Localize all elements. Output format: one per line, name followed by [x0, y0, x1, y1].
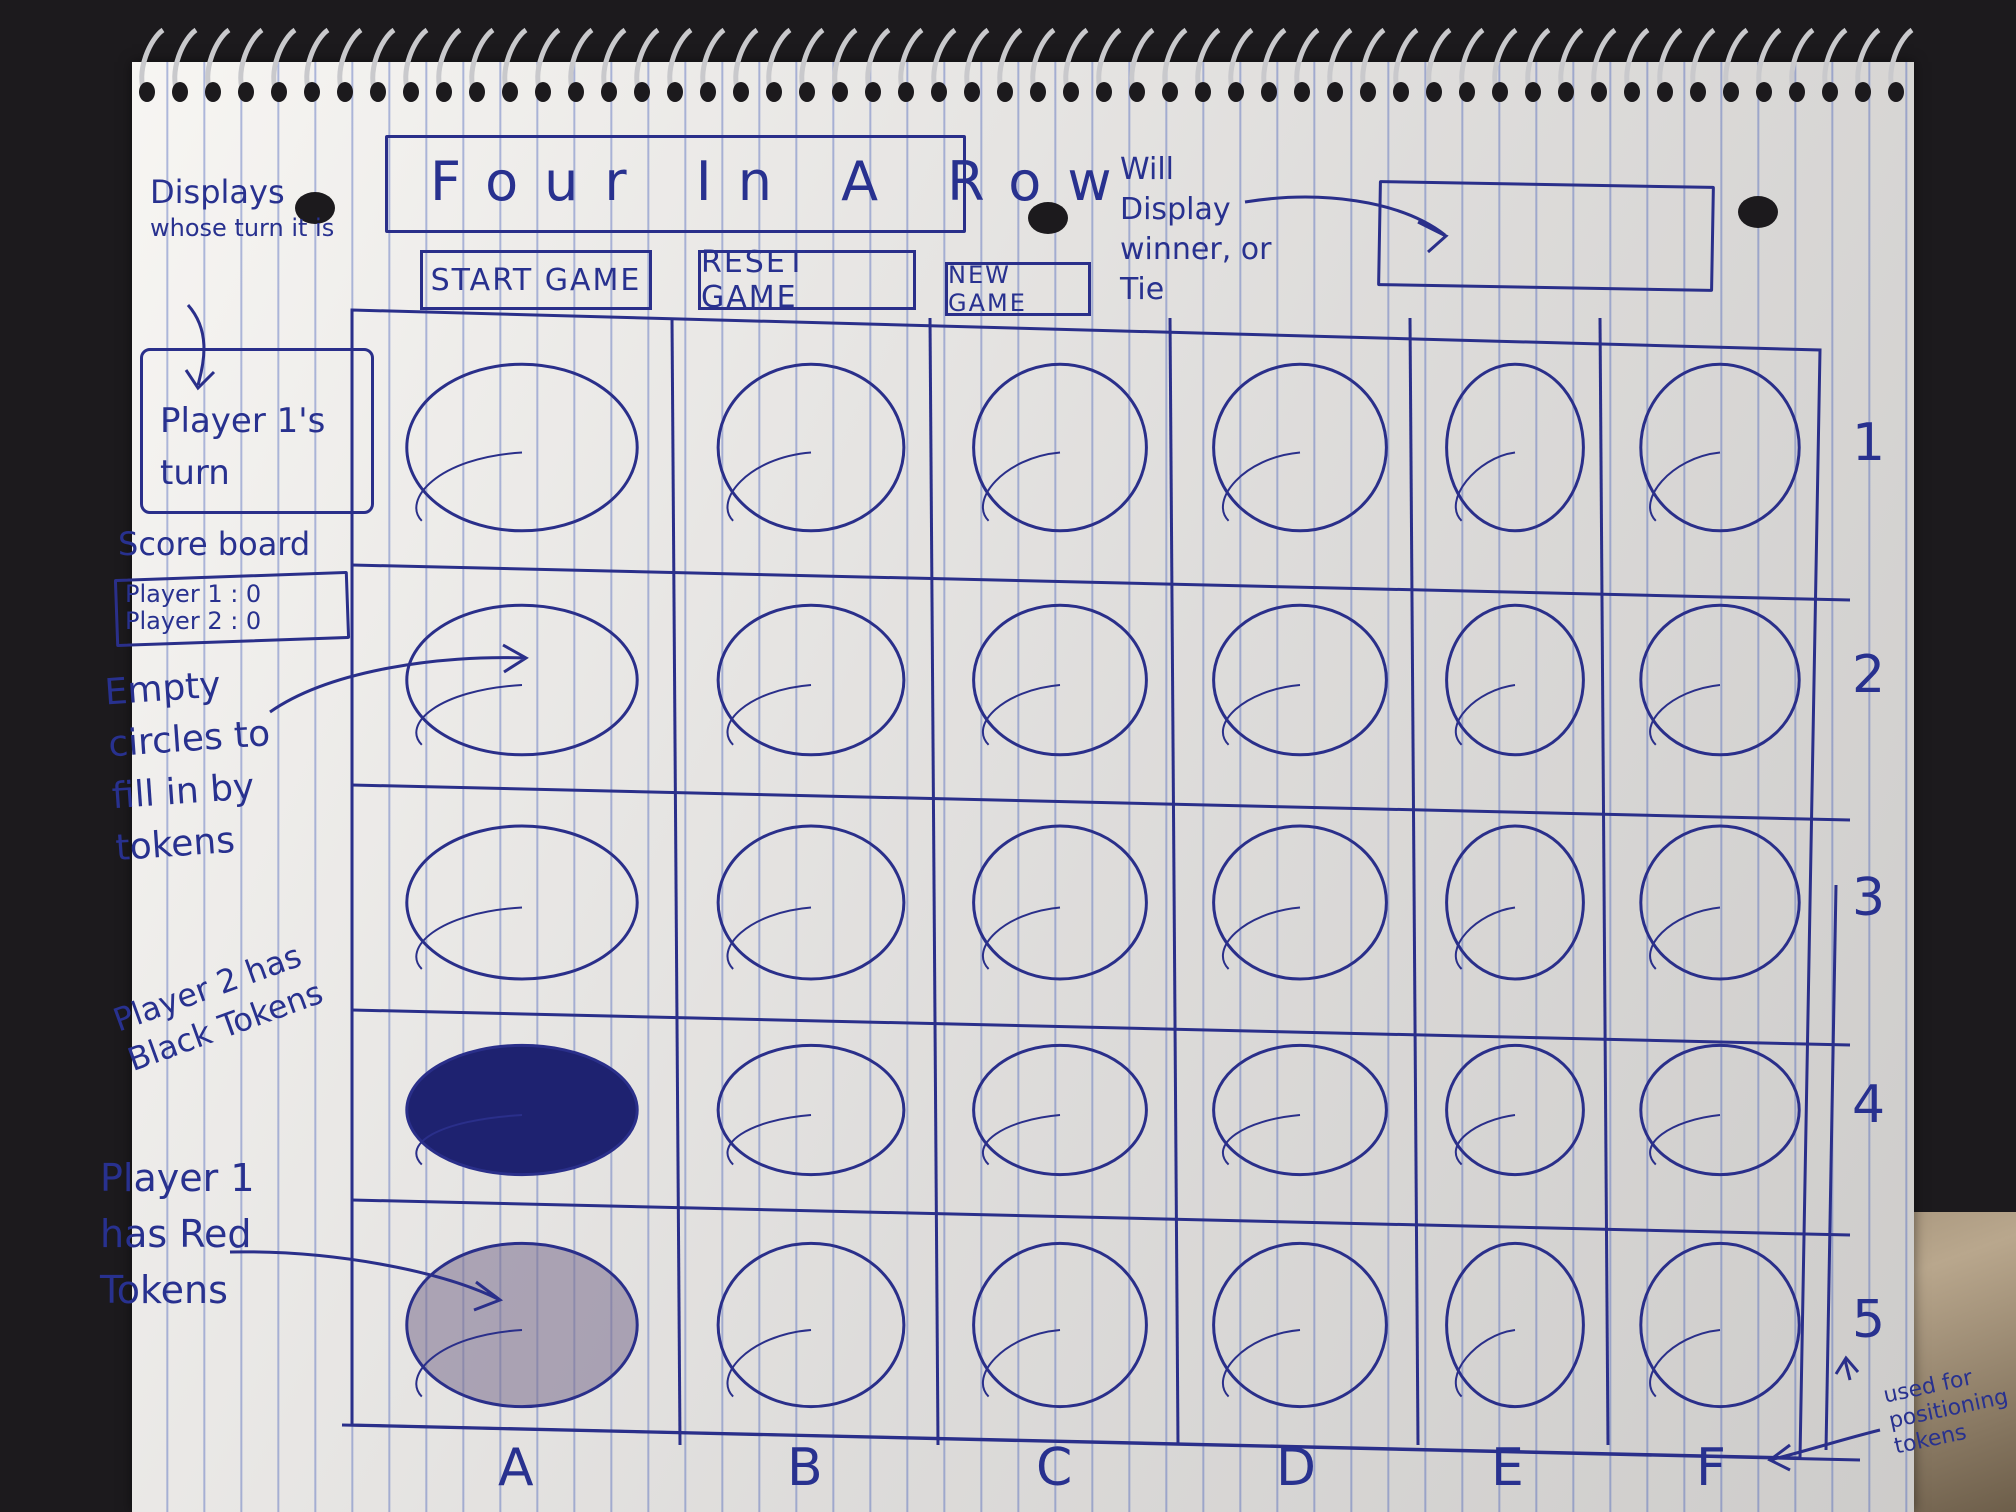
- new-game-button[interactable]: NEW GAME: [945, 261, 1091, 317]
- right-rail: [1824, 884, 1838, 1451]
- empty-slot-D2[interactable]: [1212, 603, 1388, 757]
- column-label-E: E: [1491, 1438, 1524, 1498]
- slot-sketch-stroke: [415, 451, 523, 522]
- slot-sketch-stroke: [415, 684, 523, 746]
- row-label-5: 5: [1852, 1290, 1886, 1350]
- score-player2: Player 2 : 0: [125, 607, 262, 635]
- empty-slot-C5[interactable]: [972, 1241, 1148, 1409]
- punch-hole: [1738, 196, 1778, 228]
- row-label-2: 2: [1852, 645, 1886, 705]
- slot-sketch-stroke: [982, 684, 1061, 746]
- turn-annotation-line1: Displays: [150, 173, 285, 211]
- row-label-4: 4: [1852, 1075, 1886, 1135]
- empty-slot-D3[interactable]: [1212, 824, 1388, 981]
- slot-sketch-stroke: [1454, 906, 1516, 970]
- empty-slot-F4[interactable]: [1639, 1043, 1801, 1177]
- board-row-line: [351, 783, 1851, 822]
- board-row-line: [351, 563, 1851, 602]
- start-game-button[interactable]: START GAME: [420, 250, 652, 310]
- page-title: Four In A Row: [430, 150, 1138, 213]
- winner-annotation: Will Display winner, or Tie: [1120, 152, 1272, 307]
- winner-display-box: [1377, 180, 1715, 292]
- slot-sketch-stroke: [726, 1114, 812, 1166]
- board-cells: [405, 362, 1801, 1409]
- slot-sketch-stroke: [982, 451, 1061, 522]
- slot-sketch-stroke: [726, 451, 812, 522]
- slot-sketch-stroke: [415, 906, 523, 970]
- board-row-line: [351, 1198, 1851, 1237]
- empty-slot-D1[interactable]: [1212, 362, 1388, 533]
- slot-sketch-stroke: [1649, 684, 1721, 746]
- empty-slot-E4[interactable]: [1445, 1043, 1585, 1177]
- slot-sketch-stroke: [1454, 1329, 1516, 1398]
- slot-sketch-stroke: [1649, 906, 1721, 970]
- empty-slot-A1[interactable]: [405, 362, 639, 533]
- empty-slot-B2[interactable]: [716, 603, 906, 757]
- empty-slot-A3[interactable]: [405, 824, 639, 981]
- row-label-1: 1: [1852, 412, 1886, 473]
- empty-slot-B1[interactable]: [716, 362, 906, 533]
- empty-slot-C1[interactable]: [972, 362, 1148, 533]
- empty-slot-B3[interactable]: [716, 824, 906, 981]
- column-label-B: B: [787, 1438, 823, 1498]
- slot-sketch-stroke: [1649, 1114, 1721, 1166]
- empty-slot-F5[interactable]: [1639, 1241, 1801, 1409]
- slot-sketch-stroke: [1649, 1329, 1721, 1398]
- board-column-line: [1408, 317, 1420, 1446]
- board-row-line: [351, 1008, 1851, 1047]
- empty-slot-C4[interactable]: [972, 1043, 1148, 1177]
- slot-sketch-stroke: [1222, 1114, 1301, 1166]
- empty-slot-D5[interactable]: [1212, 1241, 1388, 1409]
- board-column-line: [928, 317, 940, 1446]
- board-column-line: [1168, 317, 1180, 1446]
- player1-token-A5[interactable]: [405, 1241, 639, 1409]
- empty-slot-E3[interactable]: [1445, 824, 1585, 981]
- player1-annotation: Player 1 has Red Tokens: [100, 1156, 255, 1312]
- slot-sketch-stroke: [1222, 1329, 1301, 1398]
- turn-annotation: Displays whose turn it is: [150, 170, 340, 242]
- column-label-A: A: [498, 1438, 534, 1498]
- player2-token-A4[interactable]: [405, 1043, 639, 1177]
- slot-sketch-stroke: [1222, 684, 1301, 746]
- empty-slot-F1[interactable]: [1639, 362, 1801, 533]
- reset-game-button[interactable]: RESET GAME: [698, 245, 916, 315]
- empty-slot-C2[interactable]: [972, 603, 1148, 757]
- slot-sketch-stroke: [1649, 451, 1721, 522]
- empty-circles-annotation: Empty circles to fill in by tokens: [103, 664, 272, 870]
- column-label-C: C: [1036, 1438, 1073, 1498]
- row-label-3: 3: [1852, 867, 1886, 928]
- empty-slot-D4[interactable]: [1212, 1043, 1388, 1177]
- slot-sketch-stroke: [1222, 451, 1301, 522]
- slot-sketch-stroke: [726, 1329, 812, 1398]
- slot-sketch-stroke: [1222, 906, 1301, 970]
- turn-annotation-line2: whose turn it is: [150, 214, 335, 242]
- arrow-from-used-note: [1834, 1355, 1860, 1381]
- column-label-D: D: [1276, 1438, 1317, 1498]
- slot-sketch-stroke: [1454, 451, 1516, 522]
- slot-sketch-stroke: [726, 906, 812, 970]
- board-column-line: [670, 317, 682, 1446]
- empty-slot-E5[interactable]: [1445, 1241, 1585, 1409]
- scoreboard-title: Score board: [118, 525, 311, 563]
- slot-sketch-stroke: [982, 1114, 1061, 1166]
- slot-sketch-stroke: [1454, 1114, 1516, 1166]
- slot-sketch-stroke: [726, 684, 812, 746]
- board-bottom-line: [341, 1423, 1861, 1462]
- empty-slot-A2[interactable]: [405, 603, 639, 757]
- empty-slot-B5[interactable]: [716, 1241, 906, 1409]
- turn-indicator: Player 1's turn: [160, 401, 326, 493]
- empty-slot-F2[interactable]: [1639, 603, 1801, 757]
- column-label-F: F: [1696, 1438, 1726, 1498]
- slot-sketch-stroke: [1454, 684, 1516, 746]
- board-column-line: [1598, 317, 1610, 1446]
- score-player1: Player 1 : 0: [125, 580, 262, 608]
- empty-slot-E2[interactable]: [1445, 603, 1585, 757]
- empty-slot-E1[interactable]: [1445, 362, 1585, 533]
- empty-slot-F3[interactable]: [1639, 824, 1801, 981]
- empty-slot-B4[interactable]: [716, 1043, 906, 1177]
- empty-slot-C3[interactable]: [972, 824, 1148, 981]
- slot-sketch-stroke: [982, 1329, 1061, 1398]
- slot-sketch-stroke: [982, 906, 1061, 970]
